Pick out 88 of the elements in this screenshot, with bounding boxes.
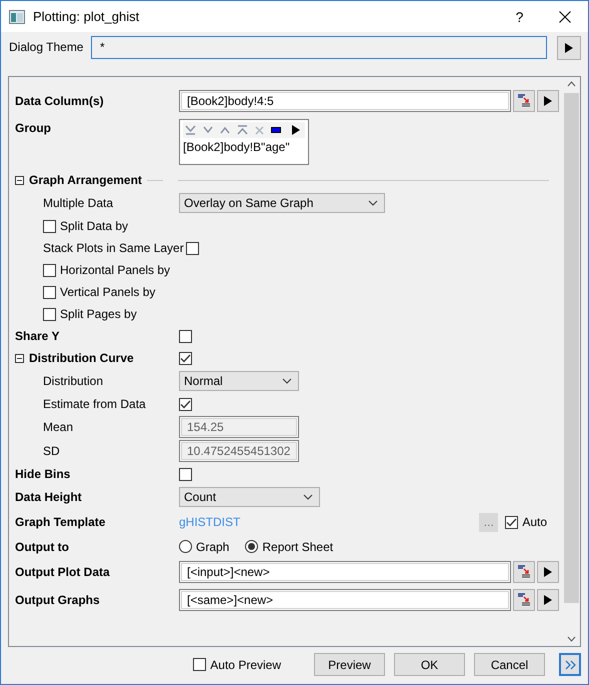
checkbox-label: Auto Preview [210,658,281,672]
theme-label: Dialog Theme [9,39,84,54]
field-label: Output Graphs [15,593,101,607]
column-picker-button[interactable] [513,589,535,611]
checkbox[interactable] [179,330,192,342]
radio-label: Graph [196,540,230,554]
radio-label: Report Sheet [262,540,334,554]
caret-icon [282,378,292,384]
field-label: SD [43,444,61,458]
table-arrow-icon [517,94,531,108]
field-label: Multiple Data [43,196,114,210]
group-list[interactable]: [Book2]body!B"age" [179,119,309,165]
field-label: Data Column(s) [15,94,105,108]
caret-icon [303,494,313,500]
checkbox[interactable] [179,468,192,480]
chevron-down-icon [203,126,213,134]
section-title: Graph Arrangement [29,173,142,187]
dialog-button[interactable]: Cancel [474,653,545,676]
group-entry: [Book2]body!B"age" [183,140,291,154]
theme-field[interactable]: * [91,36,547,59]
field-label: Stack Plots in Same Layer [43,241,184,255]
chevron-up-icon [220,126,230,134]
input-field[interactable]: [<input>]<new> [179,561,511,583]
collapse-icon[interactable] [15,354,24,362]
window-title: Plotting: plot_ghist [33,9,140,24]
play-icon [565,43,573,53]
remove-icon [255,126,264,134]
radio-button[interactable] [179,540,192,553]
field-label: Distribution [43,374,104,388]
checkbox[interactable] [43,308,56,320]
field-label: Hide Bins [15,467,72,481]
play-icon [544,595,552,605]
move-bottom-icon [185,125,196,135]
checkbox[interactable] [43,264,56,276]
menu-button[interactable] [537,90,559,112]
field-label: Estimate from Data [43,397,147,411]
section-title: Distribution Curve [29,351,134,365]
dropdown[interactable]: Normal [179,371,299,391]
check-icon [180,400,191,408]
field-label: Output to [15,540,70,554]
field-label: Output Plot Data [15,565,111,579]
dialog-button[interactable]: Preview [314,653,385,676]
radio-button[interactable] [245,540,258,553]
checkbox[interactable] [179,352,192,364]
play-icon [292,125,300,135]
menu-button[interactable] [537,561,559,583]
checkbox-label: Auto [522,515,547,529]
checkbox[interactable] [43,220,56,232]
table-arrow-icon [517,565,531,579]
theme-menu-button[interactable] [557,36,581,60]
dropdown[interactable]: Overlay on Same Graph [179,193,385,213]
move-top-icon [237,125,248,135]
app-icon [9,10,25,24]
checkbox-label: Split Pages by [60,307,137,321]
checkbox[interactable] [193,658,206,671]
column-picker-button[interactable] [513,90,535,112]
check-icon [180,354,191,362]
field-label: Share Y [15,329,60,343]
dropdown[interactable]: Count [179,487,320,507]
check-icon [506,518,518,526]
column-picker-button[interactable] [513,561,535,583]
table-arrow-icon [517,593,531,607]
field-label: Mean [43,420,74,434]
field-label: Graph Template [15,515,106,529]
checkbox-label: Split Data by [60,219,128,233]
checkbox[interactable] [43,286,56,298]
collapse-icon[interactable] [15,176,24,184]
color-swatch-icon [271,127,281,133]
close-icon [559,10,571,22]
checkbox-label: Horizontal Panels by [60,263,170,277]
checkbox[interactable] [179,398,192,410]
field-label: Group [15,121,51,135]
input-field[interactable]: [Book2]body!4:5 [179,90,511,112]
input-field: 10.4752455451302 [179,440,299,462]
play-icon [544,567,552,577]
checkbox[interactable] [505,516,518,528]
field-label: Data Height [15,490,83,504]
dialog-button[interactable]: OK [394,653,465,676]
caret-icon [368,200,378,206]
help-button[interactable]: ? [497,1,542,32]
play-icon [544,96,552,106]
more-button[interactable] [559,653,581,676]
double-chevron-icon [564,660,576,670]
input-field[interactable]: [<same>]<new> [179,589,511,611]
input-field: 154.25 [179,416,299,438]
menu-button[interactable] [537,589,559,611]
checkbox[interactable] [186,242,199,254]
checkbox-label: Vertical Panels by [60,285,156,299]
